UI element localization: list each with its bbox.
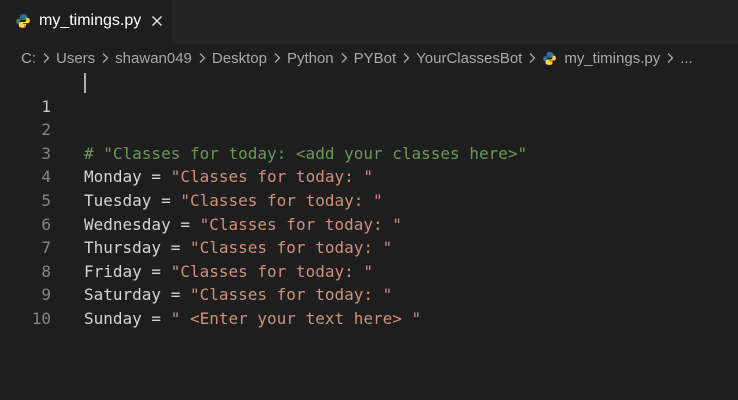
code-line[interactable]: 2 <box>0 95 738 139</box>
breadcrumb: C: Users shawan049 Desktop Python PYBot … <box>0 44 738 72</box>
chevron-right-icon <box>199 53 206 63</box>
line-number: 10 <box>31 308 51 328</box>
breadcrumb-python[interactable]: Python <box>287 50 334 67</box>
code-line[interactable]: 1 # "Classes for today: <add your classe… <box>0 71 738 163</box>
code-variable: Sunday <box>84 308 142 328</box>
text-cursor <box>84 73 86 93</box>
code-line[interactable]: 10 <box>0 283 738 328</box>
breadcrumb-drive[interactable]: C: <box>21 50 36 67</box>
breadcrumb-users[interactable]: Users <box>56 50 95 67</box>
chevron-right-icon <box>529 53 536 63</box>
breadcrumb-more[interactable]: ... <box>680 50 693 67</box>
code-line[interactable]: 3 Monday = "Classes for today: " <box>0 118 738 187</box>
code-line[interactable]: 9 Sunday = " <Enter your text here> " <box>0 260 738 328</box>
chevron-right-icon <box>341 53 348 63</box>
code-line[interactable]: 5 Wednesday = "Classes for today: " <box>0 165 738 234</box>
code-string: " <Enter your text here> " <box>170 308 422 328</box>
code-editor: my_timings.py C: Users shawan049 Desktop… <box>0 0 738 400</box>
breadcrumb-yourclassesbot[interactable]: YourClassesBot <box>416 50 522 67</box>
python-file-icon <box>16 14 30 28</box>
breadcrumb-user-folder[interactable]: shawan049 <box>115 50 192 67</box>
python-file-icon <box>543 51 557 65</box>
code-line[interactable]: 6 Thursday = "Classes for today: " <box>0 189 738 258</box>
code-operator: = <box>141 308 171 328</box>
chevron-right-icon <box>403 53 410 63</box>
code-area[interactable]: 1 # "Classes for today: <add your classe… <box>0 71 738 328</box>
chevron-right-icon <box>667 53 674 63</box>
code-line[interactable]: 4 Tuesday = "Classes for today: " <box>0 142 738 210</box>
breadcrumb-file-label: my_timings.py <box>564 49 661 67</box>
tab-bar: my_timings.py <box>0 0 738 44</box>
chevron-right-icon <box>43 53 50 63</box>
breadcrumb-file[interactable]: my_timings.py <box>542 50 660 67</box>
tab-label: my_timings.py <box>39 12 142 29</box>
chevron-right-icon <box>102 53 109 63</box>
close-icon[interactable] <box>148 12 166 30</box>
chevron-right-icon <box>274 53 281 63</box>
breadcrumb-desktop[interactable]: Desktop <box>212 50 267 67</box>
breadcrumb-pybot[interactable]: PYBot <box>354 50 397 67</box>
tab-my-timings[interactable]: my_timings.py <box>0 0 172 44</box>
code-line[interactable]: 7 Friday = "Classes for today: " <box>0 213 738 281</box>
code-line[interactable]: 8 Saturday = "Classes for today: " <box>0 236 738 305</box>
